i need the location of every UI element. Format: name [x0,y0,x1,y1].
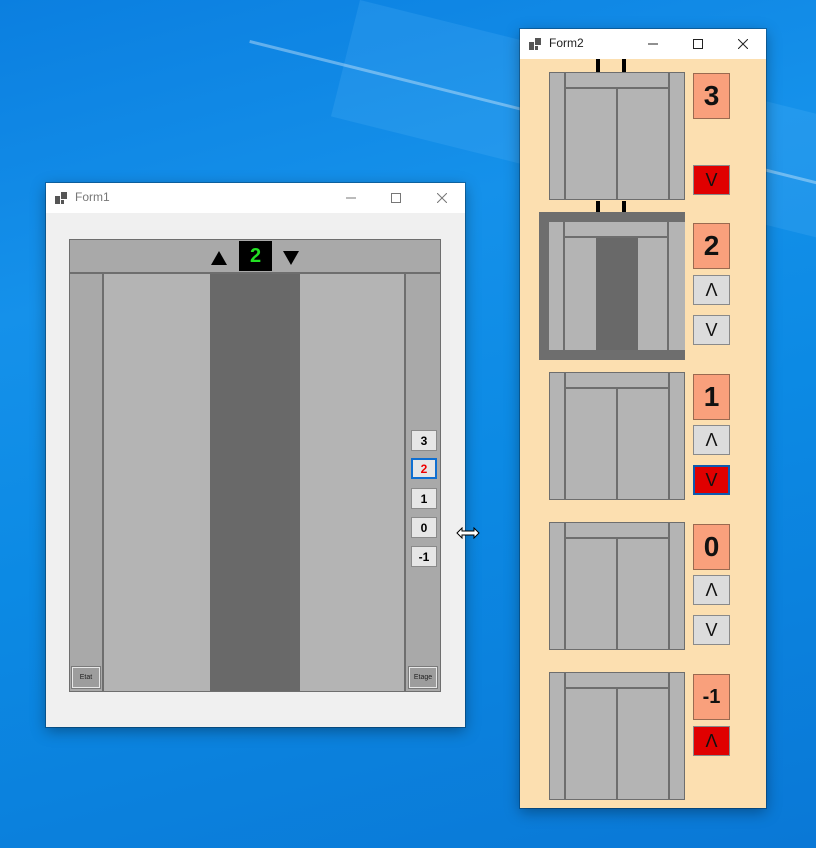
floor-button-2[interactable]: 2 [411,458,437,479]
call-up-button-floor-0[interactable]: Λ [693,575,730,605]
app-icon [55,192,67,204]
close-icon[interactable] [419,183,464,213]
floor-button-minus1[interactable]: -1 [411,546,437,567]
call-down-button-floor-0[interactable]: V [693,615,730,645]
cable [596,59,600,73]
floor-button-3[interactable]: 3 [411,430,437,451]
floor-display: 2 [239,241,272,271]
floor-label-2: 2 [693,223,730,269]
call-down-button-floor-2[interactable]: V [693,315,730,345]
floor-indicator-bar: 2 [70,240,440,274]
elevator-door-floor-3 [549,72,685,200]
minimize-icon[interactable] [328,183,373,213]
form1-titlebar[interactable]: Form1 [46,183,465,213]
maximize-icon[interactable] [675,29,720,59]
form2-titlebar[interactable]: Form2 [520,29,766,59]
maximize-icon[interactable] [373,183,418,213]
call-up-button-floor-2[interactable]: Λ [693,275,730,305]
call-up-button-floor-1[interactable]: Λ [693,425,730,455]
minimize-icon[interactable] [630,29,675,59]
elevator-door-floor-minus1 [549,672,685,800]
form1-title: Form1 [75,190,110,204]
etat-button[interactable]: Etat [71,666,101,689]
right-door [300,274,406,691]
app-icon [529,38,541,50]
call-down-button-floor-3[interactable]: V [693,165,730,195]
floor-button-1[interactable]: 1 [411,488,437,509]
cable [622,59,626,73]
elevator-cabin-panel: 2 3 2 1 0 -1 Etat Etage [69,239,441,692]
floor-label-1: 1 [693,374,730,420]
floor-label-0: 0 [693,524,730,570]
elevator-door-floor-1 [549,372,685,500]
floor-label-minus1: -1 [693,674,730,720]
direction-down-icon [283,251,299,265]
form2-title: Form2 [549,36,584,50]
elevator-door-floor-0 [549,522,685,650]
direction-up-icon [211,251,227,265]
form1-window: Form1 2 3 2 1 0 -1 Etat Etage [46,183,465,727]
form2-window: Form2 3 V 2 Λ V 1 Λ V 0 Λ V -1 Λ [520,29,766,808]
etage-button[interactable]: Etage [408,666,438,689]
left-wall [70,274,104,691]
door-opening [210,274,300,691]
elevator-car-floor-2 [539,212,685,360]
call-down-button-floor-1[interactable]: V [693,465,730,495]
close-icon[interactable] [720,29,765,59]
floor-label-3: 3 [693,73,730,119]
resize-cursor-icon [456,527,480,539]
left-door [104,274,210,691]
floor-button-0[interactable]: 0 [411,517,437,538]
call-up-button-floor-minus1[interactable]: Λ [693,726,730,756]
